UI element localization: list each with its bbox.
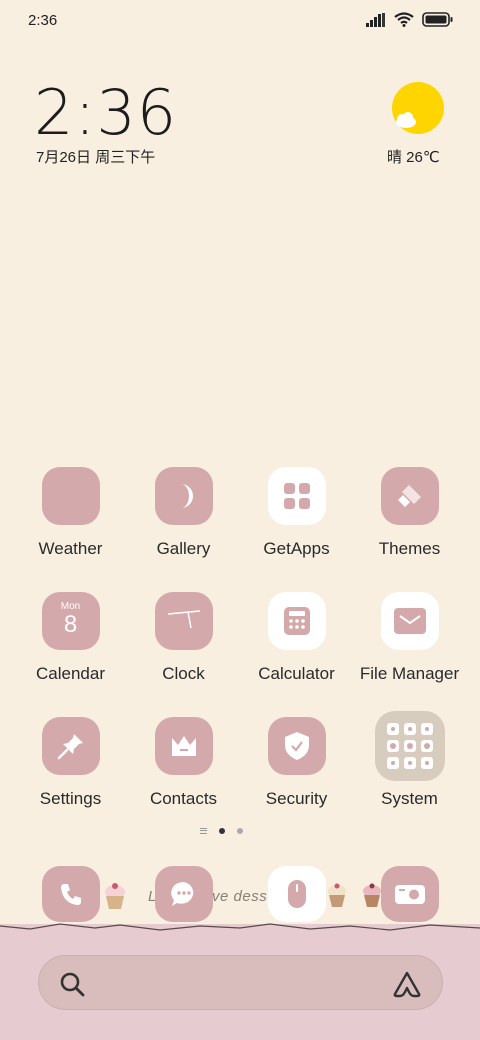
app-label: GetApps xyxy=(263,539,330,558)
folder-grid-icon xyxy=(374,711,445,781)
app-clock[interactable]: Clock xyxy=(127,592,240,684)
calendar-icon: Mon 8 xyxy=(41,592,100,650)
weather-text: 晴 26℃ xyxy=(387,149,440,166)
app-weather[interactable]: Weather xyxy=(14,467,127,559)
camera-icon xyxy=(395,885,425,904)
message-icon xyxy=(171,881,194,906)
battery-icon xyxy=(422,12,453,27)
clock-hand-icon xyxy=(154,592,213,650)
dock-camera[interactable] xyxy=(381,866,439,922)
app-label: Calendar xyxy=(36,664,105,683)
app-calculator[interactable]: Calculator xyxy=(240,592,353,684)
app-label: File Manager xyxy=(359,664,460,683)
app-label: Clock xyxy=(162,664,205,683)
app-label: Weather xyxy=(38,539,103,558)
page-indicator[interactable] xyxy=(200,828,243,834)
sun-cloud-icon[interactable] xyxy=(390,82,446,138)
signal-icon xyxy=(366,12,385,27)
app-file-manager[interactable]: File Manager xyxy=(353,592,466,684)
app-label: Gallery xyxy=(156,539,211,558)
dock-browser[interactable] xyxy=(268,866,326,922)
app-label: Settings xyxy=(39,789,102,808)
app-settings[interactable]: Settings xyxy=(14,717,127,809)
page-dot[interactable] xyxy=(237,828,243,834)
calculator-icon xyxy=(267,592,326,650)
grid-icon xyxy=(267,467,326,525)
app-gallery[interactable]: Gallery xyxy=(127,467,240,559)
app-calendar[interactable]: Mon 8 Calendar xyxy=(14,592,127,684)
app-label: Calculator xyxy=(258,664,335,683)
dock-messages[interactable] xyxy=(155,866,213,922)
shield-icon xyxy=(267,717,326,775)
decor-text-right: ve dess xyxy=(212,888,268,905)
app-system-folder[interactable]: System xyxy=(353,711,466,809)
pin-icon xyxy=(41,717,100,775)
clock-widget-date: 7月26日 周三下午 xyxy=(36,149,156,166)
status-bar: 2:36 xyxy=(0,0,480,42)
crown-icon xyxy=(154,717,213,775)
search-icon[interactable] xyxy=(59,971,85,997)
moon-icon xyxy=(154,467,213,525)
phone-icon xyxy=(61,884,81,905)
app-contacts[interactable]: Contacts xyxy=(127,717,240,809)
wifi-icon xyxy=(394,12,414,27)
calendar-day-name: Mon xyxy=(60,600,81,612)
brush-icon xyxy=(380,467,439,525)
cupcake-icon xyxy=(105,883,125,909)
folder-icon xyxy=(380,592,439,650)
app-label: Contacts xyxy=(149,789,218,808)
cupcake-icon xyxy=(328,883,346,907)
app-security[interactable]: Security xyxy=(240,717,353,809)
search-bar[interactable] xyxy=(38,955,443,1010)
app-getapps[interactable]: GetApps xyxy=(240,467,353,559)
status-icons xyxy=(366,12,454,27)
app-label: Security xyxy=(265,789,328,808)
app-label: Themes xyxy=(378,539,441,558)
mouse-icon xyxy=(288,880,306,908)
status-time: 2:36 xyxy=(28,12,58,29)
search-input[interactable] xyxy=(99,966,379,1000)
app-label: System xyxy=(381,789,438,808)
cupcake-icon xyxy=(363,883,381,907)
dock-phone[interactable] xyxy=(42,866,100,922)
list-page-icon[interactable] xyxy=(200,828,207,834)
app-vault-icon[interactable] xyxy=(392,970,422,998)
clock-widget-time[interactable]: 2:36 xyxy=(34,76,177,149)
calendar-day-number: 8 xyxy=(63,610,78,638)
app-themes[interactable]: Themes xyxy=(353,467,466,559)
page-dot-active[interactable] xyxy=(219,828,225,834)
weather-app-icon xyxy=(41,467,100,525)
